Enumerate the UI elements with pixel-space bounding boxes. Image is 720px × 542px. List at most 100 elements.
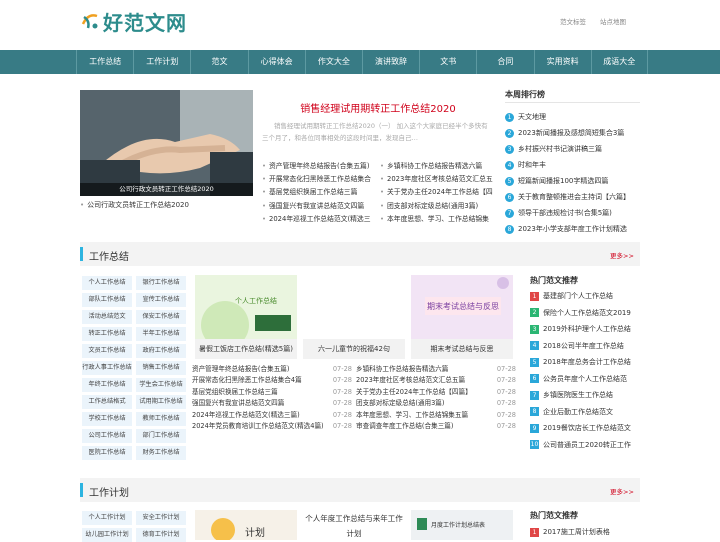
rank-item[interactable]: 5 短篇新闻播报100字精选四篇	[505, 173, 643, 189]
hot-item[interactable]: 10 公司普通员工2020转正工作	[530, 437, 642, 454]
article-link[interactable]: 资产管理年终总结报告(合集五篇)	[192, 364, 332, 375]
article-link[interactable]: 2024年党员教育培训工作总结范文(精选4篇)	[192, 421, 332, 432]
category-link[interactable]: 文员工作总结	[82, 344, 132, 358]
section-title-summary[interactable]: 工作总结	[89, 248, 129, 263]
hero-list-item[interactable]: 本年度思想、学习、工作总结锦集	[380, 213, 494, 226]
article-row: 资产管理年终总结报告(合集五篇) 07-28 乡镇科协工作总结报告精选六篇 07-28	[192, 364, 520, 375]
hero-list-item[interactable]: 团支部对标定级总结(通用3篇)	[380, 200, 494, 213]
hero-image[interactable]	[80, 90, 253, 196]
hot-item[interactable]: 6 公务员年度个人工作总结范	[530, 371, 642, 388]
hot-item[interactable]: 4 2018公司半年度工作总结	[530, 338, 642, 355]
article-link[interactable]: 2023年度社区考核总结范文汇总五篇	[356, 375, 496, 386]
nav-item[interactable]: 作文大全	[304, 50, 362, 74]
top-link-tags[interactable]: 范文标签	[560, 16, 586, 26]
category-link[interactable]: 试用期工作总结	[136, 395, 186, 409]
category-link[interactable]: 部队工作总结	[82, 293, 132, 307]
category-link[interactable]: 学生会工作总结	[136, 378, 186, 392]
nav-item[interactable]: 合同	[476, 50, 533, 74]
thumb-card[interactable]: 月度工作计划总结表	[411, 510, 513, 540]
thumb-image[interactable]: 计划	[195, 510, 297, 540]
nav-item[interactable]: 工作总结	[76, 50, 133, 74]
section-more-link[interactable]: 更多>>	[610, 250, 634, 260]
hot-item[interactable]: 1 基建部门个人工作总结	[530, 288, 642, 305]
category-link[interactable]: 财务工作总结	[136, 446, 186, 460]
nav-item[interactable]: 范文	[190, 50, 247, 74]
hot-item[interactable]: 8 企业后勤工作总结范文	[530, 404, 642, 421]
category-link[interactable]: 医院工作总结	[82, 446, 132, 460]
article-link[interactable]: 关于党办主任2024年工作总结【四篇】	[356, 387, 496, 398]
hero-list-item[interactable]: 基层党组织换届工作总结三篇	[262, 186, 376, 199]
rank-item[interactable]: 3 乡村振兴村书记演讲稿三篇	[505, 141, 643, 157]
top-link-sitemap[interactable]: 站点地图	[600, 16, 626, 26]
category-link[interactable]: 年终工作总结	[82, 378, 132, 392]
category-link[interactable]: 半年工作总结	[136, 327, 186, 341]
thumb-text-card[interactable]: 个人年度工作总结与来年工作计划	[303, 511, 405, 541]
rank-item[interactable]: 8 2023年小学支部年度工作计划精选	[505, 221, 643, 237]
hero-list-item[interactable]: 关于党办主任2024年工作总结【四	[380, 186, 494, 199]
hot-item[interactable]: 5 2018年度总务会计工作总结	[530, 354, 642, 371]
article-link[interactable]: 2024年巡视工作总结范文(精选三篇)	[192, 410, 332, 421]
article-link[interactable]: 团支部对标定级总结(通用3篇)	[356, 398, 496, 409]
hero-article-list: 资产管理年终总结报告(合集五篇) 乡镇科协工作总结报告精选六篇开展常态化扫黑除恶工…	[262, 160, 494, 226]
nav-item[interactable]: 工作计划	[133, 50, 190, 74]
nav-item[interactable]: 成语大全	[590, 50, 648, 74]
rank-item[interactable]: 2 2023新闻播报及感想简短集合3篇	[505, 125, 643, 141]
category-link[interactable]: 保安工作总结	[136, 310, 186, 324]
category-link[interactable]: 公司工作总结	[82, 429, 132, 443]
hero-summary: 销售经理试用期转正工作总结2020（一） 加入这个大家庭已经半个多快有三个月了，…	[262, 122, 488, 142]
hero-list-item[interactable]: 2024年巡视工作总结范文(精选三	[262, 213, 376, 226]
section-more-link[interactable]: 更多>>	[610, 486, 634, 496]
thumb-card[interactable]: 期末考试总结与反思 期末考试总结与反思	[411, 275, 513, 359]
nav-item[interactable]: 实用资料	[533, 50, 591, 74]
article-link[interactable]: 强国复兴有我宣讲总结范文四篇	[192, 398, 332, 409]
category-link[interactable]: 个人工作总结	[82, 276, 132, 290]
article-link[interactable]: 开展常态化扫黑除恶工作总结集合4篇	[192, 375, 332, 386]
category-link[interactable]: 行政人事工作总结	[82, 361, 132, 375]
article-date: 07-28	[496, 387, 516, 396]
thumb-card[interactable]: 六一儿童节的祝福42句	[303, 275, 405, 359]
thumb-card[interactable]: 个人工作总结 暑假工饭店工作总结(精选5篇)	[195, 275, 297, 359]
category-link[interactable]: 安全工作计划	[136, 511, 186, 525]
rank-item[interactable]: 4 时和年丰	[505, 157, 643, 173]
hot-title-text: 公务员年度个人工作总结范	[543, 374, 627, 383]
hot-item[interactable]: 3 2019外科护理个人工作总结	[530, 321, 642, 338]
article-date: 07-28	[332, 365, 352, 373]
hot-item[interactable]: 7 乡镇医院医生工作总结	[530, 387, 642, 404]
rank-item[interactable]: 7 领导干部违规检讨书(合集5篇)	[505, 205, 643, 221]
article-date: 07-28	[496, 410, 516, 419]
hero-below-link[interactable]: 公司行政文员转正工作总结2020	[80, 200, 255, 210]
category-link[interactable]: 宣传工作总结	[136, 293, 186, 307]
section-title-plan[interactable]: 工作计划	[89, 484, 129, 499]
hot-number: 7	[530, 390, 539, 400]
category-link[interactable]: 个人工作计划	[82, 511, 132, 525]
category-link[interactable]: 学校工作总结	[82, 412, 132, 426]
article-link[interactable]: 乡镇科协工作总结报告精选六篇	[356, 364, 496, 375]
nav-item[interactable]: 演讲致辞	[361, 50, 419, 74]
category-link[interactable]: 转正工作总结	[82, 327, 132, 341]
category-link[interactable]: 部门工作总结	[136, 429, 186, 443]
article-link[interactable]: 本年度思想、学习、工作总结锦集五篇	[356, 410, 496, 421]
rank-item[interactable]: 6 关于教育整顿推进会主持词【六篇】	[505, 189, 643, 205]
rank-item[interactable]: 1 天文地理	[505, 109, 643, 125]
hero-list-item[interactable]: 乡镇科协工作总结报告精选六篇	[380, 160, 494, 173]
hero-list-item[interactable]: 开展常态化扫黑除恶工作总结集合	[262, 173, 376, 186]
nav-item[interactable]: 文书	[419, 50, 476, 74]
hero-list-item[interactable]: 资产管理年终总结报告(合集五篇)	[262, 160, 376, 173]
hot-item[interactable]: 9 2019餐饮店长工作总结范文	[530, 420, 642, 437]
article-link[interactable]: 审查调查年度工作总结(合集三篇)	[356, 421, 496, 432]
category-link[interactable]: 政府工作总结	[136, 344, 186, 358]
article-link[interactable]: 基层党组织换届工作总结三篇	[192, 387, 332, 398]
category-link[interactable]: 销售工作总结	[136, 361, 186, 375]
hot-item[interactable]: 1 2017施工周计划表格	[530, 524, 642, 541]
category-link[interactable]: 活动总结范文	[82, 310, 132, 324]
nav-item[interactable]: 心得体会	[247, 50, 305, 74]
hero-list-item[interactable]: 2023年度社区考核总结范文汇总五	[380, 173, 494, 186]
article-row: 2024年巡视工作总结范文(精选三篇) 07-28 本年度思想、学习、工作总结锦集五…	[192, 410, 520, 421]
hero-headline[interactable]: 销售经理试用期转正工作总结2020	[262, 100, 494, 115]
hero-list-item[interactable]: 强国复兴有我宣讲总结范文四篇	[262, 200, 376, 213]
site-logo[interactable]: 好范文网	[80, 8, 187, 35]
category-link[interactable]: 工作总结格式	[82, 395, 132, 409]
hot-item[interactable]: 2 保险个人工作总结范文2019	[530, 305, 642, 322]
category-link[interactable]: 教师工作总结	[136, 412, 186, 426]
category-link[interactable]: 银行工作总结	[136, 276, 186, 290]
